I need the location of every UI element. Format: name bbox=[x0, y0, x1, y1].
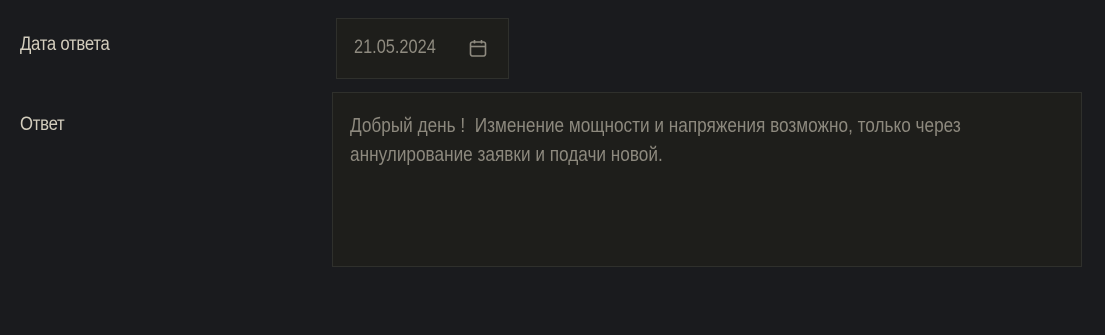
date-value: 21.05.2024 bbox=[354, 37, 436, 58]
date-label: Дата ответа bbox=[20, 34, 110, 55]
answer-label: Ответ bbox=[20, 114, 65, 135]
date-field[interactable]: 21.05.2024 bbox=[336, 18, 509, 79]
answer-text: Добрый день ! Изменение мощности и напря… bbox=[350, 115, 961, 166]
calendar-icon[interactable] bbox=[469, 39, 487, 58]
answer-textarea[interactable]: Добрый день ! Изменение мощности и напря… bbox=[332, 92, 1082, 267]
